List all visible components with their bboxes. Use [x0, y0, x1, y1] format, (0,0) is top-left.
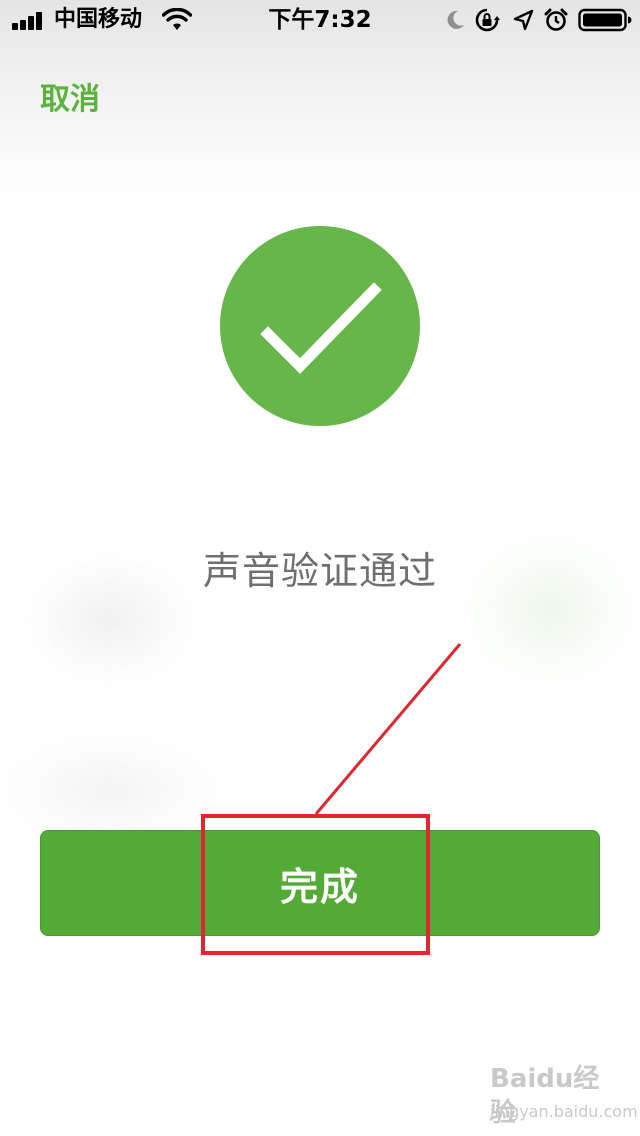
annotation-arrow-line [314, 643, 462, 815]
watermark: Baidu经验 jingyan.baidu.com [490, 1062, 638, 1128]
screen: 中国移动 下午7:32 取消 声音验证通过 完成 Baidu经验 jingyan… [0, 0, 640, 1136]
annotation-highlight-box [201, 814, 430, 955]
watermark-url: jingyan.baidu.com [490, 1102, 638, 1121]
